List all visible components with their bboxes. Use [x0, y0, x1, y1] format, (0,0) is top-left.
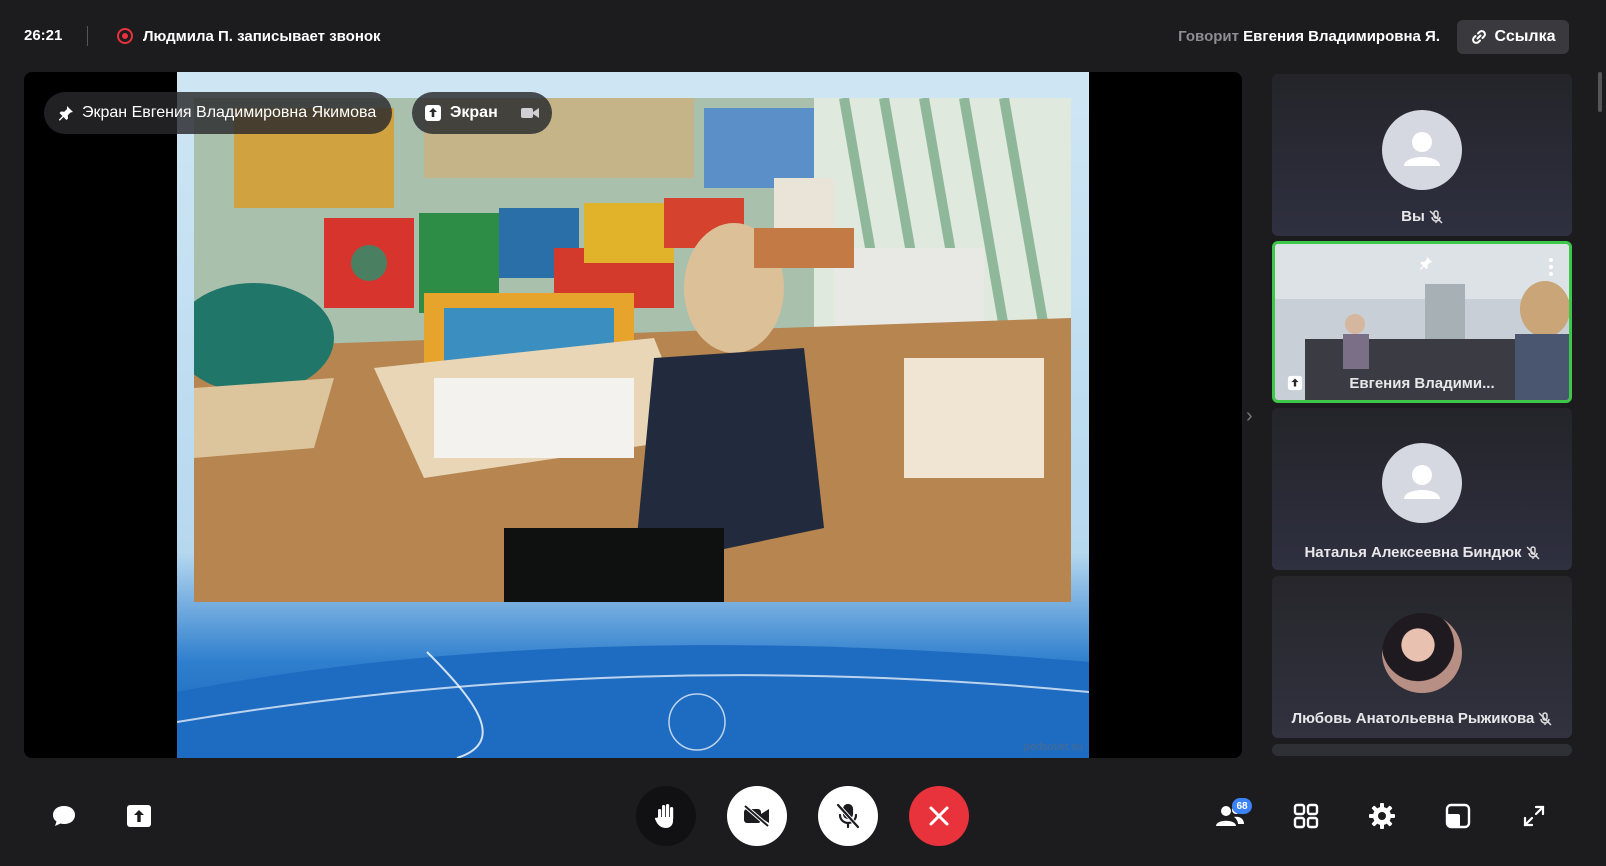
mic-toggle-button[interactable]	[818, 786, 878, 846]
recording-status: Людмила П. записывает звонок	[143, 28, 381, 45]
grid-view-button[interactable]	[1290, 800, 1322, 832]
mic-off-icon	[1538, 711, 1552, 726]
call-timer: 26:21	[24, 27, 63, 44]
hangup-icon	[929, 806, 949, 826]
record-icon	[117, 28, 133, 44]
avatar	[1382, 443, 1462, 523]
slide-decoration	[177, 645, 1089, 758]
link-icon	[1471, 30, 1486, 44]
participants-scrollbar[interactable]	[1598, 72, 1602, 112]
mic-off-icon	[1526, 545, 1540, 560]
fullscreen-icon	[1523, 805, 1545, 827]
mic-off-icon	[1429, 209, 1443, 224]
camera-icon[interactable]	[520, 105, 540, 121]
avatar	[1382, 110, 1462, 190]
divider	[87, 26, 88, 46]
grid-icon	[1293, 803, 1319, 829]
top-bar: 26:21 Людмила П. записывает звонок Говор…	[0, 0, 1606, 72]
chevron-right-icon[interactable]: ›	[1246, 405, 1253, 428]
share-screen-button[interactable]	[123, 800, 155, 832]
participant-name: Евгения Владими...	[1349, 375, 1495, 392]
layout-icon	[1445, 803, 1471, 829]
hangup-button[interactable]	[909, 786, 969, 846]
more-options-icon[interactable]	[1549, 258, 1553, 276]
pin-icon	[1419, 256, 1433, 270]
video-off-icon	[743, 804, 770, 828]
raise-hand-button[interactable]	[636, 786, 696, 846]
screen-camera-toggle[interactable]: Экран	[412, 92, 552, 134]
participant-tile-partial[interactable]	[1272, 744, 1572, 756]
pin-icon	[58, 106, 73, 121]
pin-label: Экран Евгения Владимировна Якимова	[82, 104, 377, 121]
screen-share-stage[interactable]: pedsovet.su Экран Евгения Владимировна Я…	[24, 72, 1242, 758]
mic-off-icon	[836, 803, 860, 829]
participant-name: Наталья Алексеевна Биндюк	[1272, 544, 1572, 561]
screen-share-icon	[425, 105, 441, 121]
avatar	[1382, 613, 1462, 693]
raise-hand-icon	[654, 804, 674, 828]
chat-button[interactable]	[48, 800, 80, 832]
participant-tile[interactable]: Наталья Алексеевна Биндюк	[1272, 408, 1572, 570]
participant-tile-active[interactable]: Евгения Владими...	[1272, 241, 1572, 403]
copy-link-button[interactable]: Ссылка	[1457, 20, 1569, 54]
pinned-screen-label[interactable]: Экран Евгения Владимировна Якимова	[44, 92, 393, 134]
screen-label: Экран	[450, 104, 498, 121]
active-speaker: Говорит Евгения Владимировна Я.	[1178, 28, 1440, 45]
slide-photo	[194, 98, 1071, 602]
participant-tile[interactable]: Любовь Анатольевна Рыжикова	[1272, 576, 1572, 738]
layout-button[interactable]	[1442, 800, 1474, 832]
camera-toggle-button[interactable]	[727, 786, 787, 846]
fullscreen-button[interactable]	[1518, 800, 1550, 832]
participant-name: Любовь Анатольевна Рыжикова	[1272, 710, 1572, 727]
speaker-name: Евгения Владимировна Я.	[1243, 28, 1440, 45]
participant-name: Вы	[1272, 208, 1572, 225]
speaker-label: Говорит	[1178, 28, 1239, 45]
chat-icon	[53, 806, 75, 826]
participant-tile[interactable]: Вы	[1272, 74, 1572, 236]
link-label: Ссылка	[1494, 28, 1556, 45]
settings-icon	[1369, 803, 1395, 829]
slide-watermark: pedsovet.su	[1023, 741, 1083, 753]
share-icon	[127, 805, 151, 827]
settings-button[interactable]	[1366, 800, 1398, 832]
participants-count-badge: 68	[1232, 798, 1252, 814]
shared-slide: pedsovet.su	[177, 72, 1089, 758]
